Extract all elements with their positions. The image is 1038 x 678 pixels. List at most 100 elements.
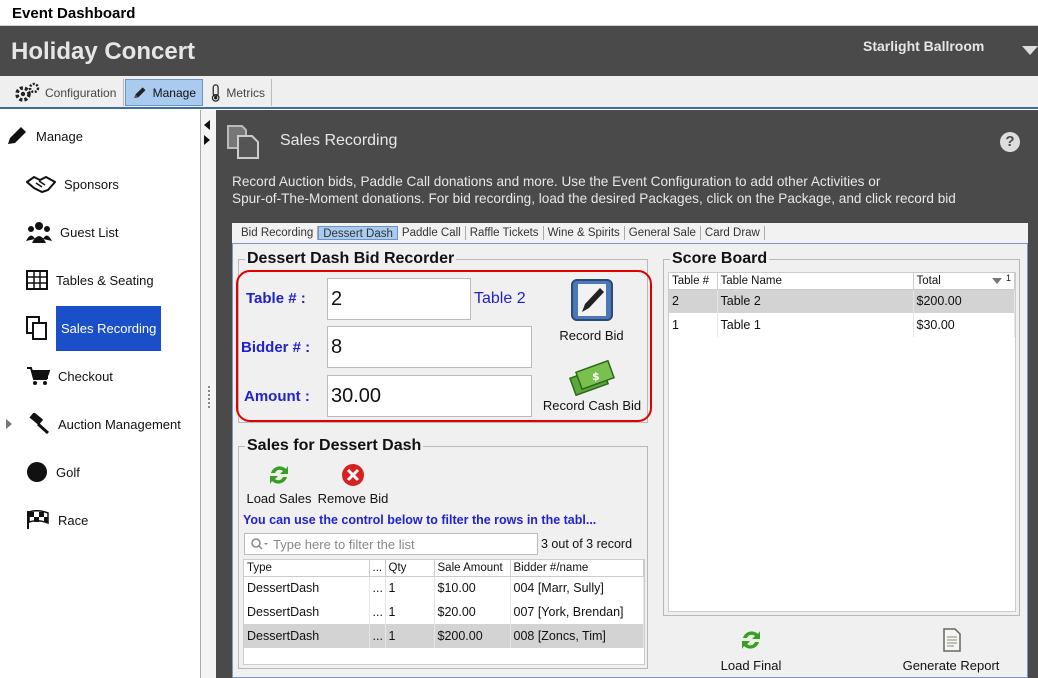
table-row[interactable]: 1 Table 1 $30.00 xyxy=(669,313,1015,337)
expand-arrow-icon[interactable] xyxy=(6,419,12,429)
tab-paddle-call[interactable]: Paddle Call xyxy=(398,226,466,240)
refresh-icon xyxy=(269,465,289,485)
pencil-icon xyxy=(8,127,26,144)
sidebar-item-label: Golf xyxy=(56,464,80,480)
load-sales-button[interactable]: Load Sales xyxy=(243,461,315,507)
documents-icon xyxy=(26,316,47,340)
venue-dropdown-icon[interactable] xyxy=(1022,46,1038,55)
sales-group: Sales for Dessert Dash Load Sales Remove… xyxy=(238,437,648,669)
scoreboard-group: Score Board Table # Table Name Total 1 2… xyxy=(663,250,1020,616)
splitter-grip[interactable] xyxy=(208,386,210,408)
thermometer-icon xyxy=(211,83,220,102)
bid-recorder-title: Dessert Dash Bid Recorder xyxy=(245,250,457,268)
description-line: Spur-of-The-Moment donations. For bid re… xyxy=(232,191,956,206)
col-table-number-header[interactable]: Table # xyxy=(669,273,718,290)
sales-table: Type ... Qty Sale Amount Bidder #/name D… xyxy=(243,559,645,665)
tab-manage-label: Manage xyxy=(152,85,196,100)
sales-table-header: Type ... Qty Sale Amount Bidder #/name xyxy=(244,560,644,577)
cell-table-name: Table 1 xyxy=(717,313,914,337)
sidebar-item-label: Auction Management xyxy=(58,416,181,432)
collapse-left-icon[interactable] xyxy=(204,120,210,130)
cell-qty: 1 xyxy=(385,624,435,648)
cell-bidder: 004 [Marr, Sully] xyxy=(510,576,644,600)
tab-manage[interactable]: Manage xyxy=(125,79,203,106)
circle-icon xyxy=(27,462,47,482)
sidebar-item-label: Checkout xyxy=(58,368,113,384)
sidebar: Manage Sponsors Guest List Tables & Seat… xyxy=(0,110,201,678)
sidebar-item-race[interactable]: Race xyxy=(26,498,88,542)
cell-total: $30.00 xyxy=(913,313,1015,337)
sidebar-item-sponsors[interactable]: Sponsors xyxy=(26,162,119,206)
col-table-name-header[interactable]: Table Name xyxy=(717,273,914,290)
tab-configuration[interactable]: Configuration xyxy=(8,79,124,106)
cell-amount: $20.00 xyxy=(434,600,511,624)
load-sales-label: Load Sales xyxy=(246,491,312,506)
people-icon xyxy=(26,222,52,243)
filter-input[interactable]: Type here to filter the list xyxy=(244,533,538,555)
cell-table-number: 2 xyxy=(669,289,718,313)
activity-tabs: Bid Recording Dessert Dash Paddle Call R… xyxy=(232,223,1028,243)
filter-placeholder: Type here to filter the list xyxy=(273,536,415,552)
tab-general-sale[interactable]: General Sale xyxy=(625,226,701,240)
table-row[interactable]: DessertDash ... 1 $200.00 008 [Zoncs, Ti… xyxy=(244,624,644,648)
col-qty-header[interactable]: Qty xyxy=(385,560,435,577)
cell-qty: 1 xyxy=(385,576,435,600)
sidebar-item-label: Race xyxy=(58,512,89,528)
sidebar-item-label: Tables & Seating xyxy=(56,272,154,288)
generate-report-button[interactable]: Generate Report xyxy=(888,626,1014,674)
cell-amount: $200.00 xyxy=(434,624,511,648)
tab-raffle-tickets[interactable]: Raffle Tickets xyxy=(466,226,544,240)
tab-card-draw[interactable]: Card Draw xyxy=(701,226,765,240)
gavel-icon xyxy=(29,413,50,435)
sidebar-splitter[interactable] xyxy=(201,110,216,678)
checkered-flag-icon xyxy=(27,510,49,529)
scoreboard-header: Table # Table Name Total 1 xyxy=(669,273,1015,290)
sidebar-item-label: Sponsors xyxy=(64,176,119,192)
table-row[interactable]: DessertDash ... 1 $10.00 004 [Marr, Sull… xyxy=(244,576,644,600)
generate-report-label: Generate Report xyxy=(902,658,1000,673)
tab-configuration-label: Configuration xyxy=(45,85,117,100)
tab-wine-spirits[interactable]: Wine & Spirits xyxy=(544,226,625,240)
sidebar-item-guest-list[interactable]: Guest List xyxy=(26,210,119,254)
tab-bid-recording[interactable]: Bid Recording xyxy=(237,226,319,240)
remove-bid-label: Remove Bid xyxy=(317,491,389,506)
page-description: Record Auction bids, Paddle Call donatio… xyxy=(232,173,1012,207)
sidebar-item-sales-recording[interactable]: Sales Recording xyxy=(26,305,162,351)
gears-icon xyxy=(15,82,40,102)
expand-right-icon[interactable] xyxy=(204,135,210,145)
window-titlebar: Event Dashboard xyxy=(0,0,1038,26)
sort-order: 1 xyxy=(1005,273,1011,283)
scoreboard-table: Table # Table Name Total 1 2 Table 2 $20… xyxy=(668,272,1016,612)
cell-ellipsis: ... xyxy=(369,576,386,600)
sort-desc-icon xyxy=(992,278,1002,284)
sidebar-item-tables-seating[interactable]: Tables & Seating xyxy=(26,258,154,302)
sidebar-item-checkout[interactable]: Checkout xyxy=(26,354,113,398)
table-row[interactable]: 2 Table 2 $200.00 xyxy=(669,289,1015,313)
col-type-header[interactable]: Type xyxy=(244,560,370,577)
col-ellipsis-header[interactable]: ... xyxy=(369,560,386,577)
cell-table-number: 1 xyxy=(669,313,718,337)
tab-metrics-label: Metrics xyxy=(226,85,265,100)
window-title: Event Dashboard xyxy=(12,5,136,22)
report-icon xyxy=(943,628,961,652)
help-icon[interactable]: ? xyxy=(1000,132,1020,152)
sidebar-item-manage[interactable]: Manage xyxy=(6,114,83,158)
sidebar-item-label: Sales Recording xyxy=(56,305,162,351)
cell-table-name: Table 2 xyxy=(717,289,914,313)
col-total-header[interactable]: Total 1 xyxy=(913,273,1015,290)
tab-metrics[interactable]: Metrics xyxy=(204,79,272,106)
cell-type: DessertDash xyxy=(244,624,370,648)
col-bidder-header[interactable]: Bidder #/name xyxy=(510,560,644,577)
table-row[interactable]: DessertDash ... 1 $20.00 007 [York, Bren… xyxy=(244,600,644,624)
tab-dessert-dash[interactable]: Dessert Dash xyxy=(318,226,398,240)
sidebar-item-auction-management[interactable]: Auction Management xyxy=(6,402,181,446)
load-final-label: Load Final xyxy=(720,658,782,673)
load-final-button[interactable]: Load Final xyxy=(711,626,791,674)
remove-bid-button[interactable]: Remove Bid xyxy=(315,461,391,507)
col-sale-amount-header[interactable]: Sale Amount xyxy=(434,560,511,577)
cell-bidder: 007 [York, Brendan] xyxy=(510,600,644,624)
pencil-icon xyxy=(134,86,146,98)
sidebar-item-golf[interactable]: Golf xyxy=(26,450,80,494)
recorder-highlight-annotation xyxy=(236,270,652,422)
sidebar-item-label: Guest List xyxy=(60,224,119,240)
